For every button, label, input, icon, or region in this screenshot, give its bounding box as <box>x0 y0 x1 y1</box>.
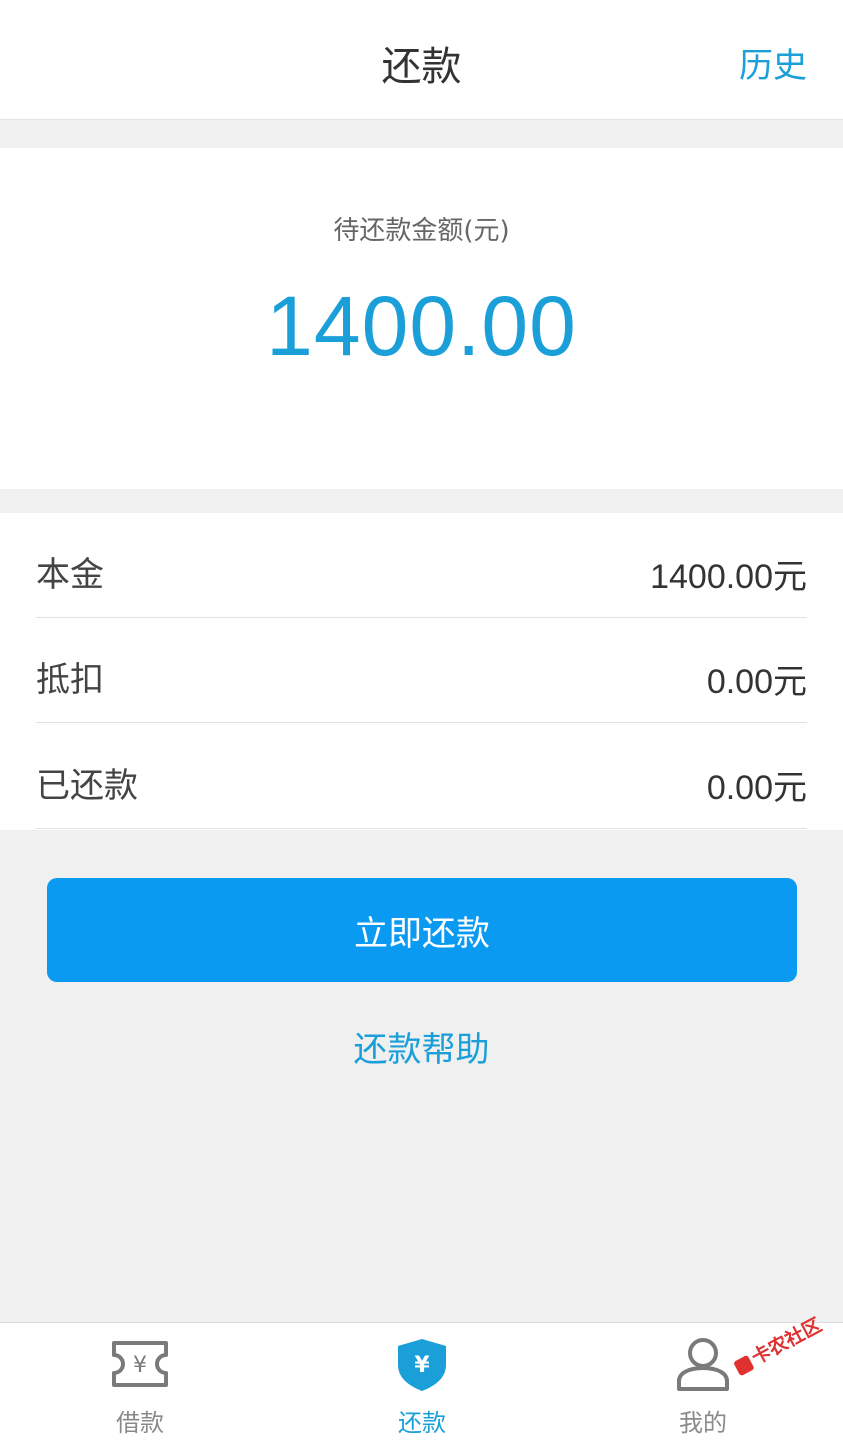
tab-label: 我的 <box>679 1409 727 1437</box>
detail-label: 抵扣 <box>36 660 104 700</box>
detail-value: 1400.00元 <box>650 558 807 596</box>
repayment-details: 本金 1400.00元 抵扣 0.00元 已还款 0.00元 <box>0 513 843 830</box>
pay-now-button[interactable]: 立即还款 <box>47 878 797 982</box>
top-bar: 还款 历史 <box>0 0 843 120</box>
tab-label: 还款 <box>398 1409 446 1437</box>
history-link[interactable]: 历史 <box>739 38 807 87</box>
detail-value: 0.00元 <box>706 663 807 701</box>
detail-row-deduction: 抵扣 0.00元 <box>36 618 807 723</box>
detail-row-principal: 本金 1400.00元 <box>36 513 807 618</box>
tab-repay[interactable]: ¥ 还款 <box>322 1323 522 1443</box>
detail-value: 0.00元 <box>706 769 807 807</box>
shield-yen-icon: ¥ <box>398 1339 446 1391</box>
amount-due-label: 待还款金额(元) <box>333 216 510 246</box>
tab-label: 借款 <box>116 1409 164 1437</box>
svg-text:¥: ¥ <box>414 1353 430 1378</box>
svg-text:¥: ¥ <box>133 1353 147 1378</box>
detail-row-repaid: 已还款 0.00元 <box>36 724 807 829</box>
repayment-help-link[interactable]: 还款帮助 <box>0 1022 843 1071</box>
user-icon <box>677 1338 729 1391</box>
detail-label: 已还款 <box>36 766 138 806</box>
page-title: 还款 <box>381 44 462 90</box>
bottom-tab-bar: ¥ 借款 ¥ 还款 我的 <box>0 1322 843 1443</box>
tab-borrow[interactable]: ¥ 借款 <box>40 1323 240 1443</box>
amount-due-card: 待还款金额(元) 1400.00 <box>0 148 843 489</box>
ticket-yen-icon: ¥ <box>112 1341 168 1387</box>
amount-due-value: 1400.00 <box>266 279 577 373</box>
detail-label: 本金 <box>36 555 104 595</box>
